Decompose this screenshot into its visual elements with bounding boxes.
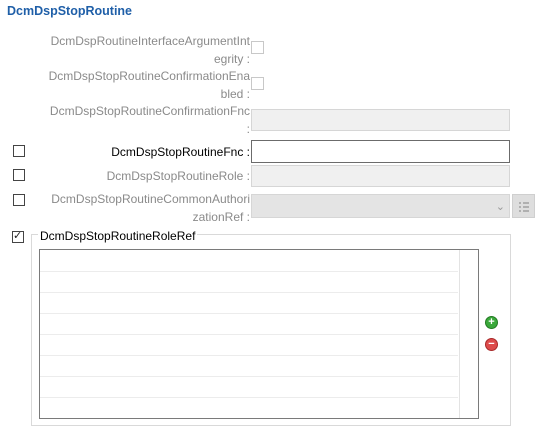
remove-row-button[interactable]: − bbox=[485, 338, 498, 351]
add-row-button[interactable]: + bbox=[485, 316, 498, 329]
stop-routine-fnc-input[interactable] bbox=[251, 140, 510, 163]
check-icon: ✓ bbox=[13, 230, 23, 242]
role-ref-table[interactable] bbox=[39, 249, 479, 419]
stop-routine-fnc-enable-checkbox[interactable] bbox=[13, 145, 25, 157]
table-row[interactable] bbox=[40, 334, 458, 356]
common-authorization-ref-label: DcmDspStopRoutineCommonAuthori zationRef… bbox=[51, 190, 250, 226]
confirmation-fnc-label-line2: : bbox=[246, 122, 250, 136]
table-row[interactable] bbox=[40, 313, 458, 335]
confirmation-fnc-label-line1: DcmDspStopRoutineConfirmationFnc bbox=[49, 104, 250, 118]
common-authorization-ref-browse-button[interactable] bbox=[512, 194, 535, 218]
common-authorization-ref-label-line2: zationRef : bbox=[192, 210, 250, 224]
table-row[interactable] bbox=[40, 355, 458, 377]
minus-circle-icon: − bbox=[488, 338, 495, 350]
role-ref-enable-checkbox[interactable]: ✓ bbox=[12, 229, 26, 243]
interface-argument-integrity-label: DcmDspRoutineInterfaceArgumentInt egrity… bbox=[51, 32, 250, 68]
table-row[interactable] bbox=[40, 250, 458, 272]
plus-circle-icon: + bbox=[488, 316, 495, 328]
confirmation-enabled-label-line2: bled : bbox=[220, 87, 250, 101]
row-separator bbox=[40, 397, 458, 398]
confirmation-enabled-label: DcmDspStopRoutineConfirmationEna bled : bbox=[49, 67, 250, 103]
list-icon bbox=[519, 202, 529, 212]
confirmation-fnc-input[interactable] bbox=[251, 109, 510, 131]
stop-routine-role-enable-checkbox[interactable] bbox=[13, 169, 25, 181]
stop-routine-role-input[interactable] bbox=[251, 165, 510, 187]
table-row[interactable] bbox=[40, 271, 458, 293]
confirmation-fnc-label: DcmDspStopRoutineConfirmationFnc : bbox=[50, 102, 250, 138]
stop-routine-role-label: DcmDspStopRoutineRole : bbox=[106, 169, 250, 183]
confirmation-enabled-checkbox[interactable] bbox=[251, 77, 264, 90]
interface-argument-integrity-checkbox[interactable] bbox=[251, 41, 264, 54]
table-row[interactable] bbox=[40, 292, 458, 314]
common-authorization-ref-dropdown[interactable]: ⌄ bbox=[251, 194, 510, 218]
section-title: DcmDspStopRoutine bbox=[7, 4, 132, 18]
chevron-down-icon: ⌄ bbox=[495, 201, 505, 213]
confirmation-enabled-label-line1: DcmDspStopRoutineConfirmationEna bbox=[48, 69, 250, 83]
stop-routine-fnc-label: DcmDspStopRoutineFnc : bbox=[111, 145, 250, 159]
table-row[interactable] bbox=[40, 376, 458, 398]
common-authorization-ref-label-line1: DcmDspStopRoutineCommonAuthori bbox=[51, 192, 250, 206]
interface-argument-integrity-label-line2: egrity : bbox=[213, 52, 250, 66]
table-column-divider bbox=[459, 250, 460, 418]
common-authorization-ref-enable-checkbox[interactable] bbox=[13, 194, 25, 206]
role-ref-group-label: DcmDspStopRoutineRoleRef bbox=[38, 229, 198, 243]
interface-argument-integrity-label-line1: DcmDspRoutineInterfaceArgumentInt bbox=[50, 34, 250, 48]
